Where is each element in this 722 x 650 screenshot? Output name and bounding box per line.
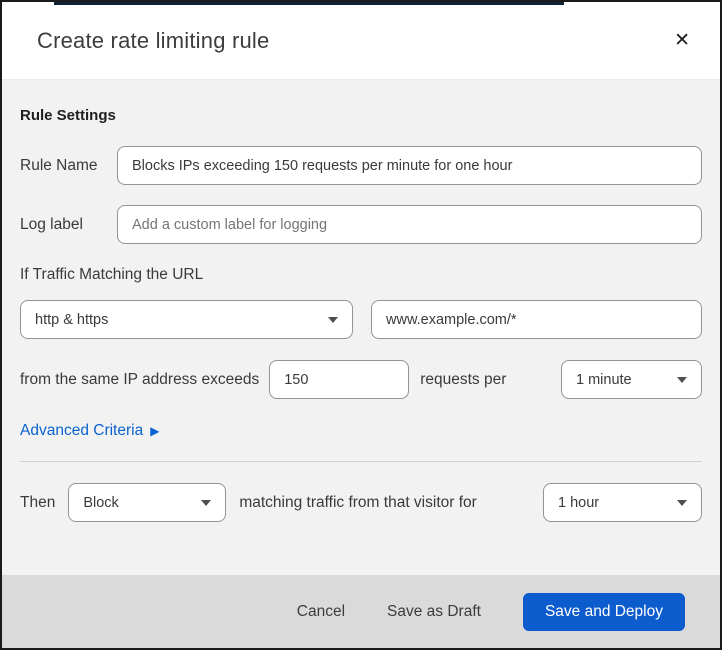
period-select-value: 1 minute — [576, 371, 632, 388]
background-page-edge — [54, 2, 564, 5]
cancel-button[interactable]: Cancel — [297, 603, 345, 621]
duration-select[interactable]: 1 hour — [543, 483, 702, 522]
action-row: Then Block matching traffic from that vi… — [20, 483, 702, 522]
chevron-down-icon — [677, 376, 687, 383]
rule-name-input[interactable] — [117, 146, 702, 185]
log-label-row: Log label — [20, 205, 702, 244]
close-icon[interactable]: ✕ — [668, 27, 696, 54]
threshold-row: from the same IP address exceeds request… — [20, 360, 702, 399]
chevron-down-icon — [201, 499, 212, 506]
advanced-criteria-link[interactable]: Advanced Criteria ▶ — [20, 422, 159, 440]
create-rate-limit-dialog: Create rate limiting rule ✕ Rule Setting… — [0, 0, 722, 650]
protocol-select-value: http & https — [35, 311, 109, 328]
chevron-down-icon — [677, 499, 687, 506]
rule-settings-heading: Rule Settings — [20, 107, 116, 124]
triangle-right-icon: ▶ — [150, 424, 160, 438]
modal-header: Create rate limiting rule ✕ — [2, 2, 720, 80]
chevron-down-icon — [328, 316, 338, 323]
url-pattern-input[interactable] — [371, 300, 702, 339]
section-divider — [20, 461, 702, 462]
action-select-value: Block — [83, 494, 119, 511]
traffic-match-row: http & https — [20, 300, 702, 339]
save-as-draft-button[interactable]: Save as Draft — [387, 603, 481, 621]
period-select[interactable]: 1 minute — [561, 360, 702, 399]
traffic-match-heading: If Traffic Matching the URL — [20, 266, 204, 283]
threshold-prefix-text: from the same IP address exceeds — [20, 370, 260, 388]
log-label-input[interactable] — [117, 205, 702, 244]
action-middle-text: matching traffic from that visitor for — [239, 493, 477, 511]
log-label-label: Log label — [20, 215, 83, 233]
modal-title: Create rate limiting rule — [37, 27, 270, 53]
protocol-select[interactable]: http & https — [20, 300, 353, 339]
request-count-input[interactable] — [269, 360, 410, 399]
duration-select-value: 1 hour — [558, 494, 600, 511]
threshold-middle-text: requests per — [420, 370, 507, 388]
advanced-criteria-label: Advanced Criteria — [20, 422, 144, 439]
modal-footer: Cancel Save as Draft Save and Deploy — [2, 575, 720, 648]
rule-name-label: Rule Name — [20, 156, 98, 174]
action-select[interactable]: Block — [68, 483, 227, 522]
rule-name-row: Rule Name — [20, 146, 702, 185]
modal-body: Rule Settings Rule Name Log label If Tra… — [2, 80, 720, 522]
save-and-deploy-button[interactable]: Save and Deploy — [522, 592, 685, 631]
action-prefix-text: Then — [20, 493, 56, 511]
